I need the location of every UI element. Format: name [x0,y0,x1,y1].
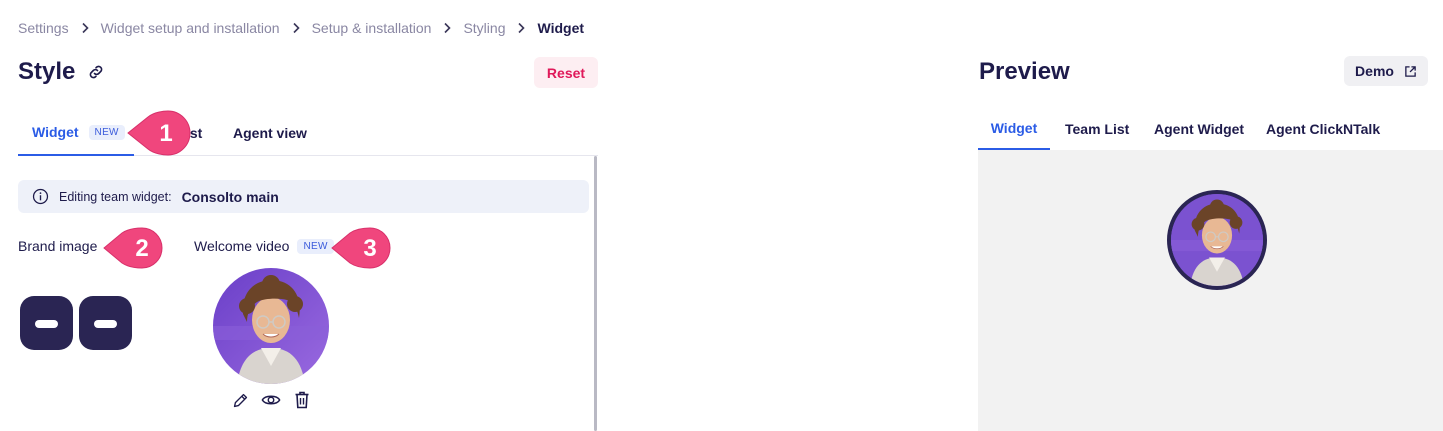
welcome-video-thumbnail[interactable] [213,268,329,384]
welcome-video-label: Welcome video [194,238,290,254]
demo-button[interactable]: Demo [1344,56,1428,86]
tab-widget-label: Widget [32,124,79,140]
preview-tabs: Widget Team List Agent Widget Agent Clic… [978,108,1443,150]
style-tabs: Widget NEW ist Agent view [18,110,598,156]
tab-agent-view[interactable]: Agent view [233,110,307,156]
chevron-right-icon [443,22,452,34]
preview-tab-agent-widget[interactable]: Agent Widget [1154,108,1244,150]
tab-widget[interactable]: Widget NEW [18,110,134,156]
external-link-icon [1404,65,1417,78]
breadcrumb-widget: Widget [537,20,585,36]
editing-prefix: Editing team widget: [59,189,172,204]
preview-canvas [978,150,1443,431]
demo-button-label: Demo [1355,63,1394,79]
info-icon [32,188,49,205]
brand-image[interactable] [20,296,132,350]
brand-logo-block [79,296,132,350]
callout-marker-3: 3 [331,227,391,269]
breadcrumb: Settings Widget setup and installation S… [18,20,584,36]
welcome-video-actions [230,390,312,410]
reset-button[interactable]: Reset [534,57,598,88]
page-title-row: Style [18,58,105,86]
trash-icon[interactable] [292,390,312,410]
new-badge: NEW [297,238,334,254]
widget-avatar[interactable] [1167,190,1267,290]
preview-tab-agent-clickntalk[interactable]: Agent ClickNTalk [1266,108,1380,150]
breadcrumb-styling[interactable]: Styling [463,20,505,36]
link-icon[interactable] [87,63,105,81]
pencil-icon[interactable] [230,390,250,410]
breadcrumb-widget-setup[interactable]: Widget setup and installation [101,20,280,36]
team-name: Consolto main [181,188,279,205]
preview-title: Preview [979,58,1070,85]
preview-tab-widget[interactable]: Widget [978,108,1050,150]
chevron-right-icon [517,22,526,34]
editing-info-bar: Editing team widget: Consolto main [18,180,589,213]
callout-marker-1: 1 [127,110,191,156]
callout-marker-2: 2 [103,227,163,269]
new-badge: NEW [88,124,125,140]
page-title: Style [18,58,76,85]
eye-icon[interactable] [261,390,281,410]
chevron-right-icon [81,22,89,34]
breadcrumb-setup-installation[interactable]: Setup & installation [312,20,432,36]
chevron-right-icon [292,22,300,34]
preview-tab-team-list[interactable]: Team List [1065,108,1129,150]
callout-number: 2 [135,235,148,262]
brand-image-label: Brand image [18,238,98,254]
callout-number: 1 [159,120,172,147]
welcome-video-label-row: Welcome video NEW [194,238,334,254]
breadcrumb-settings[interactable]: Settings [18,20,69,36]
scrollbar[interactable] [594,156,597,431]
callout-number: 3 [363,235,376,262]
tab-agent-view-label: Agent view [233,125,307,141]
brand-logo-block [20,296,73,350]
